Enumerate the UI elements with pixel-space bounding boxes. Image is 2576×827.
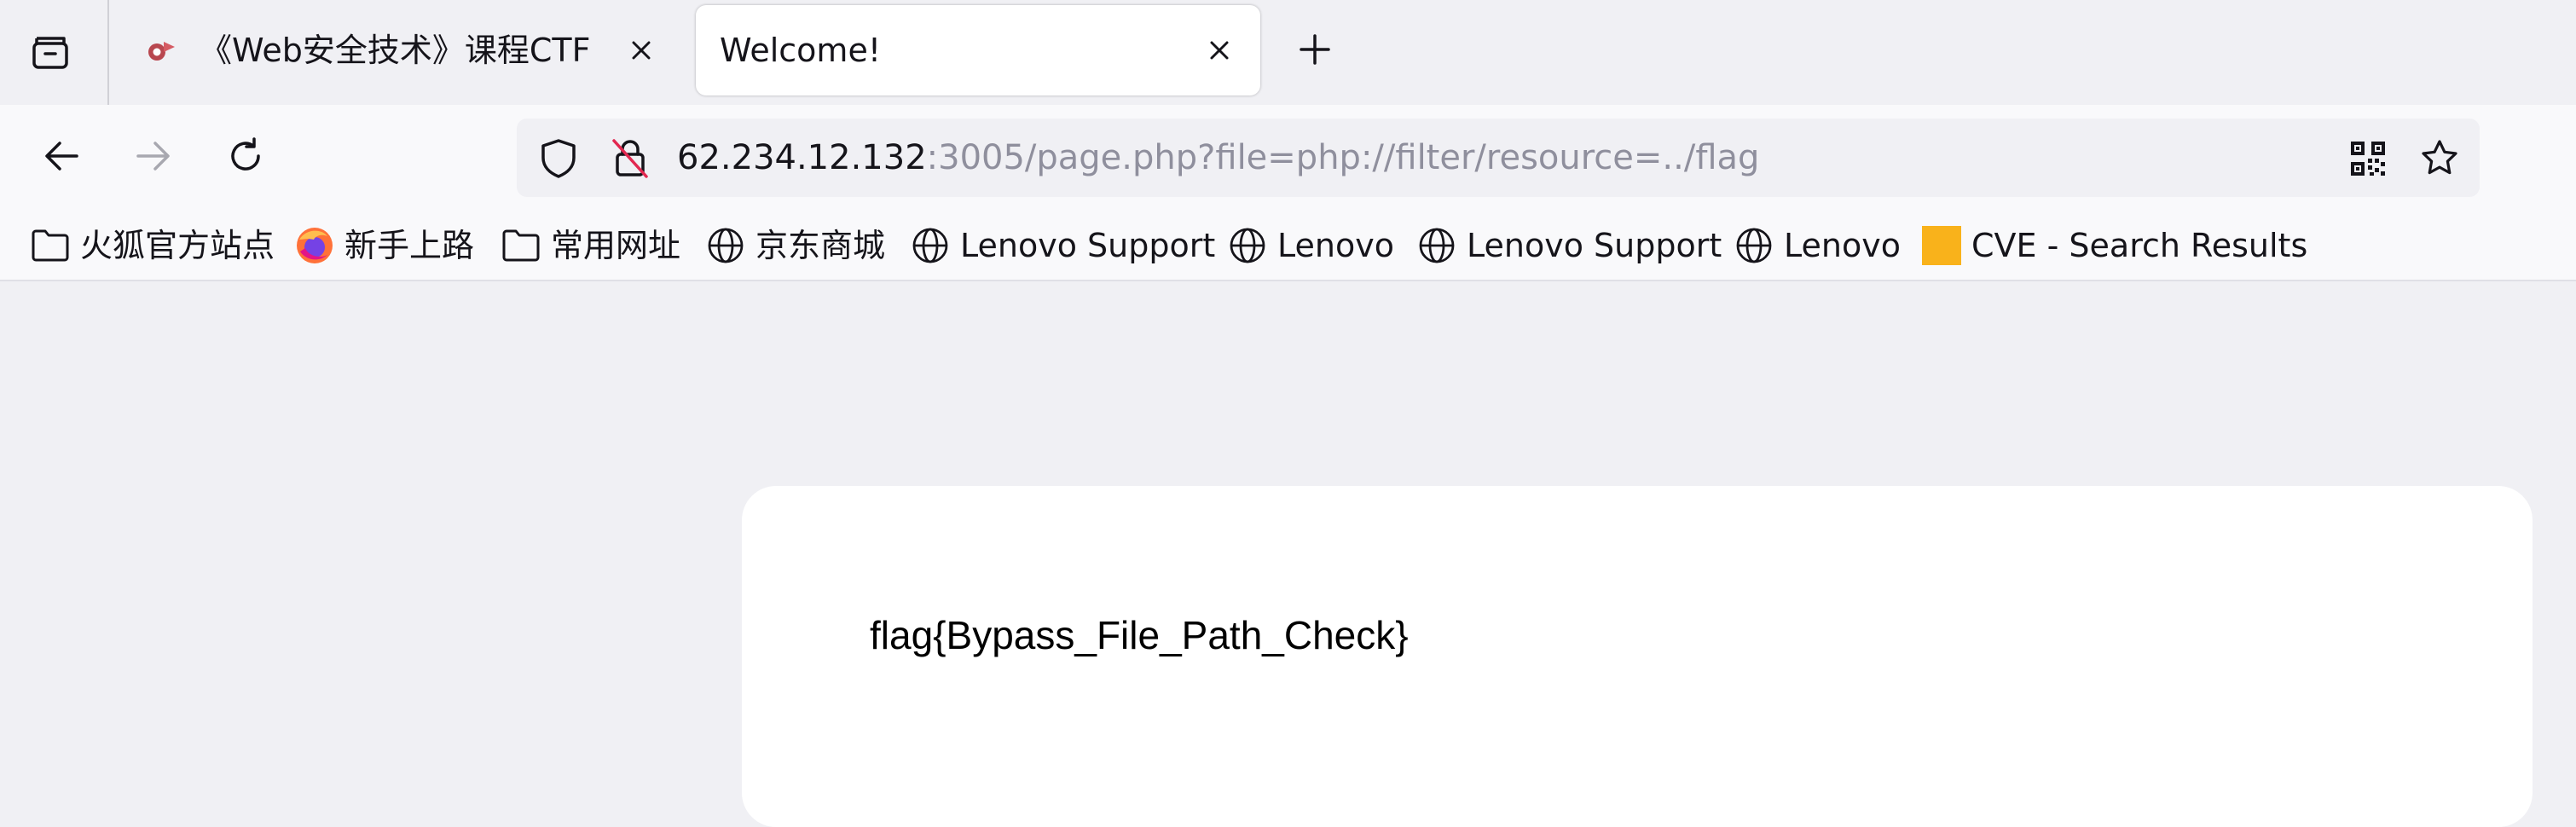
- tab-strip: 《Web安全技术》课程CTF Welcome!: [0, 0, 2576, 105]
- globe-icon: [1417, 226, 1456, 265]
- bookmark-label: CVE - Search Results: [1971, 227, 2308, 264]
- bookmark-folder-firefox-sites[interactable]: 火狐官方站点: [31, 222, 275, 269]
- content-card: flag{Bypass_File_Path_Check}: [742, 486, 2533, 827]
- plus-icon: [1298, 32, 1332, 70]
- globe-icon: [1228, 226, 1267, 265]
- globe-icon: [911, 226, 950, 265]
- globe-icon: [1734, 226, 1774, 265]
- bookmark-cve-search[interactable]: CVE - Search Results: [1922, 222, 2307, 269]
- bookmark-label: Lenovo: [1277, 227, 1394, 264]
- url-text[interactable]: 62.234.12.132:3005/page.php?file=php://f…: [677, 138, 1759, 177]
- reload-icon: [225, 136, 266, 180]
- flag-text: flag{Bypass_File_Path_Check}: [870, 613, 1409, 657]
- bookmark-lenovo-1[interactable]: Lenovo: [1228, 222, 1394, 269]
- tab-title: Welcome!: [720, 32, 882, 69]
- tab-overview-button[interactable]: [24, 28, 77, 81]
- tab-separator: [107, 0, 109, 105]
- bookmark-label: 京东商城: [755, 227, 886, 264]
- cve-favicon: [1922, 226, 1961, 265]
- bookmarks-toolbar: 火狐官方站点 新手上路 常用网址 京东商城 Lenovo Support Len…: [0, 211, 2576, 281]
- url-path: :3005/page.php?file=php://filter/resourc…: [926, 138, 1760, 177]
- bookmark-label: 火狐官方站点: [80, 227, 275, 264]
- navigation-toolbar: 62.234.12.132:3005/page.php?file=php://f…: [0, 105, 2576, 211]
- firefox-icon: [295, 226, 334, 265]
- tab-welcome[interactable]: Welcome!: [696, 5, 1260, 95]
- folder-icon: [31, 226, 70, 265]
- bookmark-label: 常用网址: [551, 227, 681, 264]
- qr-code-icon[interactable]: [2347, 137, 2389, 180]
- forward-button[interactable]: [126, 130, 181, 185]
- bookmark-folder-common-sites[interactable]: 常用网址: [501, 222, 680, 269]
- bookmark-lenovo-support-1[interactable]: Lenovo Support: [911, 222, 1215, 269]
- globe-icon: [706, 226, 745, 265]
- bookmark-lenovo-2[interactable]: Lenovo: [1734, 222, 1901, 269]
- bookmark-lenovo-support-2[interactable]: Lenovo Support: [1417, 222, 1722, 269]
- bookmark-getting-started[interactable]: 新手上路: [295, 222, 474, 269]
- url-bar[interactable]: 62.234.12.132:3005/page.php?file=php://f…: [517, 119, 2480, 197]
- bookmark-label: Lenovo Support: [1467, 227, 1722, 264]
- insecure-lock-icon[interactable]: [609, 137, 651, 180]
- close-icon[interactable]: [622, 32, 660, 69]
- url-host: 62.234.12.132: [677, 138, 927, 177]
- bookmark-jd[interactable]: 京东商城: [706, 222, 885, 269]
- reload-button[interactable]: [218, 130, 273, 185]
- bookmark-label: Lenovo Support: [960, 227, 1216, 264]
- arrow-left-icon: [41, 136, 82, 180]
- back-button[interactable]: [34, 130, 89, 185]
- page-viewport: flag{Bypass_File_Path_Check}: [0, 281, 2576, 827]
- bookmark-label: 新手上路: [344, 227, 475, 264]
- ctf-favicon: [147, 38, 176, 64]
- tab-ctf-course[interactable]: 《Web安全技术》课程CTF: [128, 5, 682, 95]
- new-tab-button[interactable]: [1291, 27, 1339, 75]
- tab-overview-icon: [29, 32, 72, 78]
- bookmark-label: Lenovo: [1784, 227, 1901, 264]
- star-icon[interactable]: [2418, 137, 2461, 180]
- arrow-right-icon: [133, 136, 174, 180]
- shield-icon[interactable]: [537, 137, 580, 180]
- folder-icon: [501, 226, 541, 265]
- tab-title: 《Web安全技术》课程CTF: [200, 32, 591, 69]
- close-icon[interactable]: [1201, 32, 1238, 69]
